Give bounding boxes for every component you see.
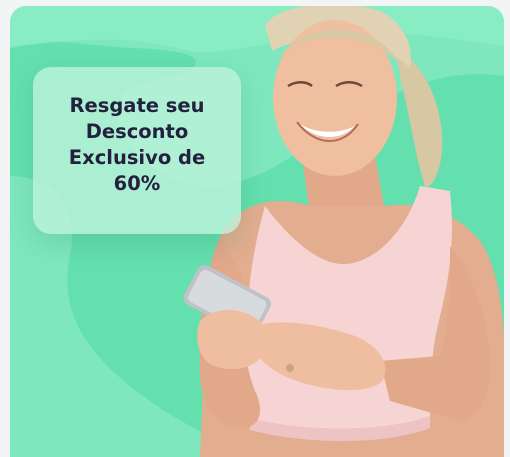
ad-frame: Resgate seu Desconto Exclusivo de 60%	[0, 0, 510, 457]
promo-banner[interactable]: Resgate seu Desconto Exclusivo de 60%	[10, 6, 504, 457]
promo-card[interactable]: Resgate seu Desconto Exclusivo de 60%	[33, 67, 241, 234]
promo-headline: Resgate seu Desconto Exclusivo de 60%	[68, 93, 206, 195]
